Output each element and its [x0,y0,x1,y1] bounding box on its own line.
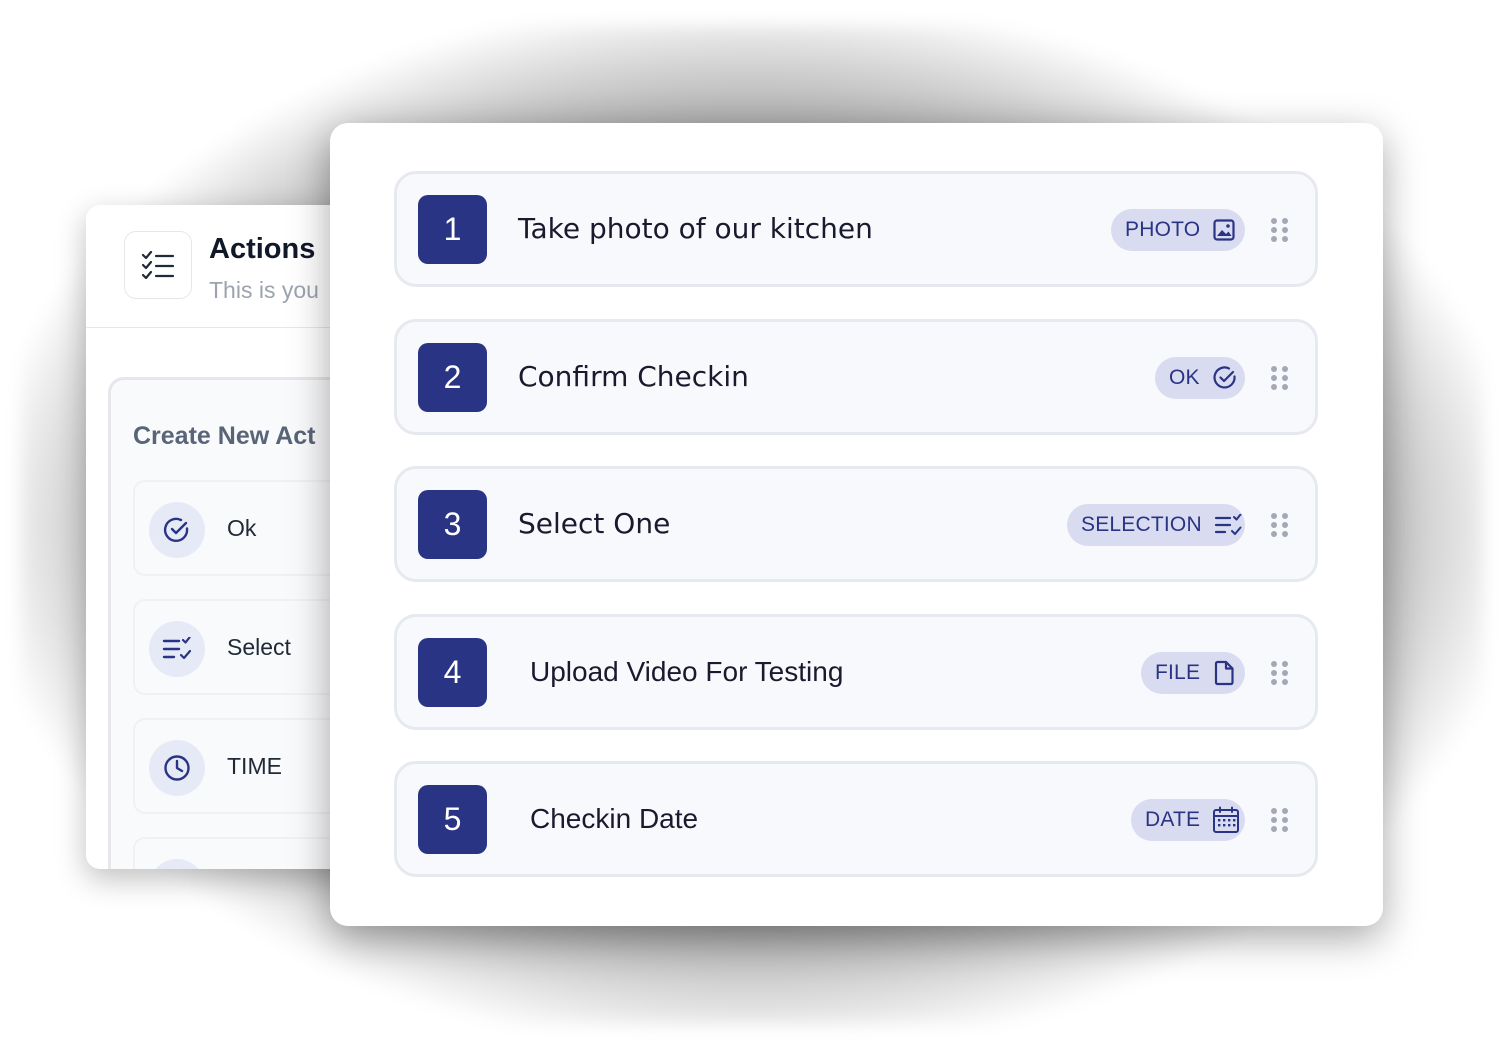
drag-handle-icon[interactable] [1271,661,1289,685]
task-type-tag[interactable]: OK [1155,357,1245,399]
task-row[interactable]: 3 Select One SELECTION [394,466,1318,582]
actions-subtitle: This is you [209,277,319,303]
task-row[interactable]: 1 Take photo of our kitchen PHOTO [394,171,1318,287]
check-circle-icon [1212,364,1238,392]
task-list-card: 1 Take photo of our kitchen PHOTO 2 Conf… [330,123,1383,926]
action-type-label: Select [227,634,291,660]
task-number: 4 [418,638,487,707]
task-type-tag[interactable]: FILE [1141,652,1245,694]
task-row[interactable]: 4 Upload Video For Testing FILE [394,614,1318,730]
task-number: 3 [418,490,487,559]
action-type-label: Ok [227,515,257,541]
task-label: Select One [518,507,671,540]
clock-icon [149,740,205,796]
task-label: Upload Video For Testing [530,656,844,687]
tag-label: FILE [1155,661,1201,684]
check-circle-icon [149,502,205,558]
file-icon [1212,659,1235,687]
task-number: 2 [418,343,487,412]
action-type-label: TIME [227,753,282,779]
actions-title: Actions [209,233,316,265]
task-type-tag[interactable]: PHOTO [1111,209,1245,251]
list-check-icon [1214,511,1242,539]
tag-label: SELECTION [1081,513,1202,536]
drag-handle-icon[interactable] [1271,808,1289,832]
task-label: Checkin Date [530,803,699,834]
task-number: 5 [418,785,487,854]
task-type-tag[interactable]: SELECTION [1067,504,1245,546]
task-number: 1 [418,195,487,264]
tag-label: OK [1169,366,1200,389]
task-row[interactable]: 2 Confirm Checkin OK [394,319,1318,435]
list-check-icon [149,621,205,677]
task-label: Confirm Checkin [518,360,749,393]
task-type-tag[interactable]: DATE [1131,799,1245,841]
image-icon [1212,216,1236,244]
task-label: Take photo of our kitchen [518,212,873,245]
calendar-icon [1212,806,1240,834]
create-section-title: Create New Act [133,422,316,450]
partial-icon [149,859,205,869]
drag-handle-icon[interactable] [1271,218,1289,242]
task-row[interactable]: 5 Checkin Date DATE [394,761,1318,877]
checklist-icon [124,231,192,299]
tag-label: PHOTO [1125,218,1201,241]
drag-handle-icon[interactable] [1271,366,1289,390]
tag-label: DATE [1145,808,1201,831]
drag-handle-icon[interactable] [1271,513,1289,537]
